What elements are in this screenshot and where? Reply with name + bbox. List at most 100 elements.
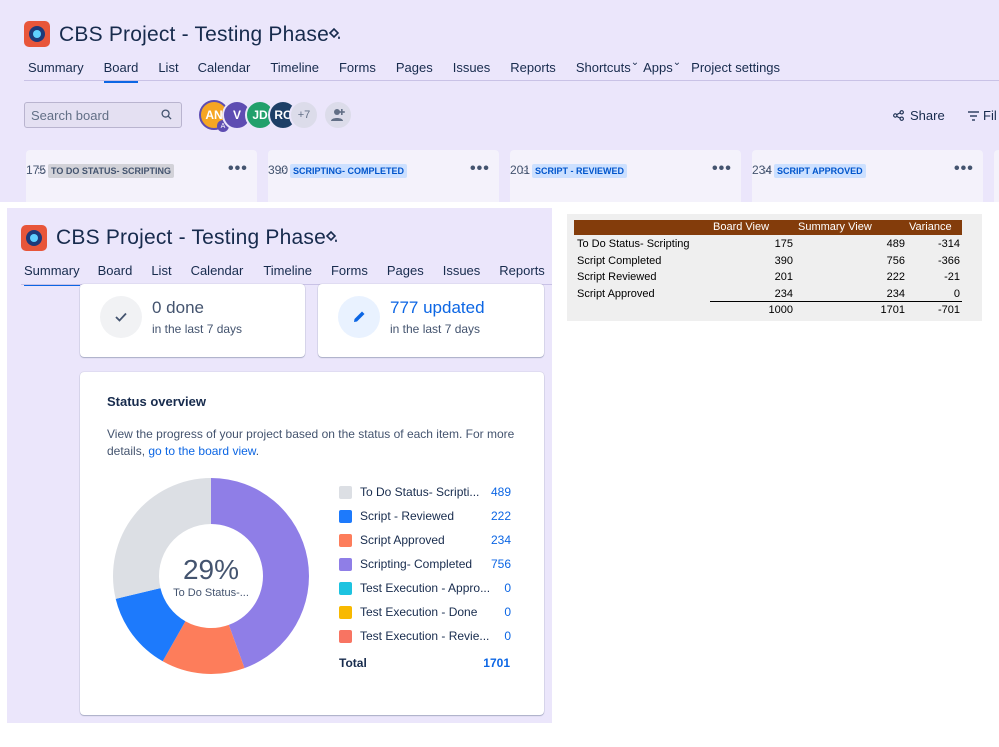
filter-button[interactable]: Fil <box>968 108 997 123</box>
updated-card[interactable]: 777 updated in the last 7 days <box>318 284 544 357</box>
column-count: 201 <box>510 163 531 177</box>
header-variance: Variance <box>909 221 952 233</box>
column-status-lozenge: SCRIPT - REVIEWED <box>532 164 628 178</box>
status-overview-description: View the progress of your project based … <box>107 426 527 460</box>
legend-swatch <box>339 581 352 595</box>
table-cell: 489 <box>886 238 905 250</box>
pencil-icon <box>338 296 380 338</box>
legend-value: 0 <box>504 581 511 595</box>
status-overview-title: Status overview <box>107 394 206 409</box>
nav-divider <box>24 80 999 81</box>
done-card[interactable]: 0 done in the last 7 days <box>80 284 305 357</box>
legend-swatch <box>339 605 352 619</box>
legend-value: 222 <box>490 509 511 523</box>
paint-bucket-icon[interactable] <box>324 230 338 247</box>
table-cell: 390 <box>774 254 793 267</box>
tab-board[interactable]: Board <box>98 263 133 286</box>
table-cell: -701 <box>937 304 960 316</box>
board-panel: CBS Project - Testing Phase Summary Board… <box>0 0 999 202</box>
table-cell: 175 <box>774 238 793 250</box>
legend-label: To Do Status- Scripti... <box>360 485 480 499</box>
variance-table: Board View Summary View Variance To Do S… <box>567 214 982 321</box>
tab-forms[interactable]: Forms <box>331 263 368 286</box>
more-options-icon[interactable]: ••• <box>228 160 248 178</box>
table-cell: 201 <box>774 271 793 283</box>
legend-item[interactable]: Test Execution - Done 0 <box>339 604 511 620</box>
table-row-label: Script Completed <box>577 254 662 267</box>
table-cell: 756 <box>886 254 905 267</box>
table-row-label: To Do Status- Scripting <box>577 238 690 250</box>
board-column-partial <box>994 150 999 202</box>
donut-center-percent: 29% <box>183 554 239 585</box>
more-avatars-button[interactable]: +7 <box>289 100 319 130</box>
status-overview-card: Status overview View the progress of you… <box>80 372 544 715</box>
header-board-view: Board View <box>713 221 770 233</box>
tab-issues[interactable]: Issues <box>443 263 481 286</box>
project-logo-icon <box>24 21 50 47</box>
legend-item[interactable]: Script - Reviewed 222 <box>339 508 511 524</box>
add-people-button[interactable] <box>323 100 353 130</box>
search-board-field[interactable] <box>24 102 182 128</box>
table-row-label: Script Reviewed <box>577 271 657 283</box>
legend-item[interactable]: Scripting- Completed 756 <box>339 556 511 572</box>
legend-item[interactable]: Test Execution - Appro... 0 <box>339 580 511 596</box>
legend-label: Script Approved <box>360 533 445 547</box>
table-cell: 1701 <box>880 304 905 316</box>
column-status-lozenge: SCRIPT APPROVED <box>774 164 866 178</box>
filter-icon <box>968 110 979 121</box>
done-period: in the last 7 days <box>152 322 243 336</box>
table-cell: -21 <box>944 271 960 283</box>
project-logo-icon <box>21 225 47 251</box>
search-input[interactable] <box>25 103 145 127</box>
share-button[interactable]: Share <box>893 108 945 123</box>
table-cell: 1000 <box>768 304 793 316</box>
legend-swatch <box>339 485 352 499</box>
header-summary-view: Summary View <box>798 221 872 233</box>
tab-list[interactable]: List <box>151 263 171 286</box>
total-rule <box>710 301 962 302</box>
legend-label: Test Execution - Revie... <box>360 629 490 643</box>
legend-label: Test Execution - Appro... <box>360 581 491 595</box>
legend-value: 489 <box>490 485 511 499</box>
table-row-label: Script Approved <box>577 287 655 300</box>
table-cell: -366 <box>937 254 960 267</box>
legend-item[interactable]: To Do Status- Scripti... 489 <box>339 484 511 500</box>
tab-summary[interactable]: Summary <box>24 263 80 286</box>
donut-center-label: To Do Status-... <box>173 587 249 599</box>
column-count: 390 <box>268 163 289 177</box>
paint-bucket-icon[interactable] <box>327 27 341 44</box>
tab-calendar[interactable]: Calendar <box>191 263 244 286</box>
legend-label: Script - Reviewed <box>360 509 455 523</box>
chevron-down-icon: ⌄ <box>630 57 640 68</box>
legend-value: 756 <box>490 557 511 571</box>
legend-item[interactable]: Test Execution - Revie... 0 <box>339 628 511 644</box>
share-icon <box>893 110 904 121</box>
legend-total-label: Total <box>339 656 367 670</box>
project-title: CBS Project - Testing Phase <box>56 226 326 249</box>
tab-reports[interactable]: Reports <box>499 263 545 286</box>
board-column[interactable]: ⁙ SCRIPT APPROVED 234 ••• <box>752 150 983 202</box>
more-options-icon[interactable]: ••• <box>954 160 974 178</box>
legend-swatch <box>339 509 352 523</box>
board-view-link[interactable]: go to the board view <box>148 444 255 458</box>
more-options-icon[interactable]: ••• <box>470 160 490 178</box>
board-column[interactable]: ⁙ TO DO STATUS- SCRIPTING 175 ••• <box>26 150 257 202</box>
project-title: CBS Project - Testing Phase <box>59 23 329 46</box>
table-cell: 222 <box>886 271 905 283</box>
table-cell: 234 <box>774 287 793 300</box>
status-donut-chart[interactable]: 29% To Do Status-... <box>111 476 311 676</box>
legend-swatch <box>339 557 352 571</box>
legend-label: Test Execution - Done <box>360 605 478 619</box>
column-count: 175 <box>26 163 47 177</box>
board-column[interactable]: ⁙ SCRIPT - REVIEWED 201 ••• <box>510 150 741 202</box>
updated-period: in the last 7 days <box>390 322 481 336</box>
tab-pages[interactable]: Pages <box>387 263 424 286</box>
tab-timeline[interactable]: Timeline <box>263 263 312 286</box>
board-column[interactable]: ⁙ SCRIPTING- COMPLETED 390 ••• <box>268 150 499 202</box>
table-cell: 0 <box>953 287 960 300</box>
column-status-lozenge: TO DO STATUS- SCRIPTING <box>48 164 175 178</box>
more-options-icon[interactable]: ••• <box>712 160 732 178</box>
legend-item[interactable]: Script Approved 234 <box>339 532 511 548</box>
column-count: 234 <box>752 163 773 177</box>
description-period: . <box>255 444 260 458</box>
